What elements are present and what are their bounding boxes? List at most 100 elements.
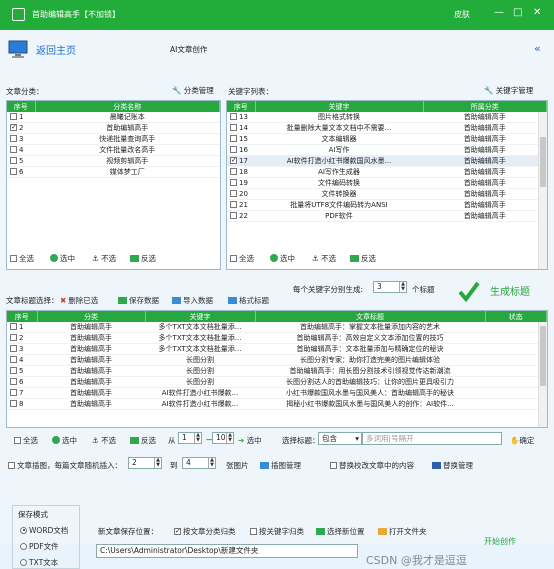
delete-selected-button[interactable]: ✖ 删除已选 (60, 295, 98, 306)
collapse-icon[interactable]: « (534, 42, 541, 55)
insert-max-input[interactable]: 4 ▲ ▼ (182, 457, 216, 469)
row-checkbox[interactable] (230, 134, 237, 142)
table-row[interactable]: 14 批量删除大量文本文档中不需要... 首助编辑高手 (227, 122, 547, 134)
titles-scrollbar[interactable] (538, 322, 547, 427)
table-row[interactable]: 1 首助编辑高手 多个TXT文本文档批量添... 首助编辑高手：掌握文本批量添加内容的… (7, 322, 547, 333)
close-button[interactable]: ✕ (533, 7, 541, 19)
title-select-all[interactable]: 全选 (14, 435, 38, 446)
group-by-keyword[interactable]: 按关键字归类 (250, 526, 304, 537)
table-row[interactable]: 8 首助编辑高手 AI软件打造小红书爆款... 揭秘小红书爆款国风水墨与国风美人的创作… (7, 398, 547, 410)
table-row[interactable]: 5 视频剪辑高手 (7, 155, 220, 167)
save-mode-pdf[interactable]: PDF文件 (20, 541, 59, 552)
start-create-button[interactable]: 开始创作 (484, 536, 516, 547)
skin-button[interactable]: 皮肤 (454, 9, 470, 20)
table-row[interactable]: 3 首助编辑高手 多个TXT文本文档批量添... 首助编辑高手：文本批量添加与精确定位… (7, 343, 547, 355)
row-checkbox[interactable] (10, 366, 17, 374)
row-checkbox[interactable] (10, 377, 17, 385)
row-checkbox[interactable] (10, 145, 17, 153)
group-by-category[interactable]: 按文章分类归类 (174, 526, 236, 537)
title-select-checked[interactable]: 选中 (52, 435, 77, 446)
table-row[interactable]: 3 快递批量查询高手 (7, 133, 220, 145)
table-row[interactable]: 2 首助编辑高手 (7, 122, 220, 134)
save-data-button[interactable]: 保存数据 (118, 295, 159, 306)
table-row[interactable]: 4 首助编辑高手 长图分割 长图分割专家：助你打造完美的图片编辑体验 (7, 354, 547, 366)
row-checkbox[interactable] (10, 399, 17, 407)
row-checkbox[interactable] (10, 134, 17, 142)
table-row[interactable]: 22 PDF软件 首助编辑高手 (227, 210, 547, 222)
keyword-scrollbar[interactable] (538, 112, 547, 269)
table-row[interactable]: 21 批量将UTF8文件编码转为ANSI 首助编辑高手 (227, 199, 547, 211)
save-mode-word[interactable]: WORD文档 (20, 525, 68, 536)
per-keyword-count[interactable]: 3 ▲ ▼ (373, 281, 407, 293)
kw-select-none[interactable]: ⚓ 不选 (312, 253, 336, 264)
replace-manage-button[interactable]: 替换管理 (432, 460, 473, 471)
row-checkbox[interactable] (230, 189, 237, 197)
insert-images-toggle[interactable]: 文章插图，每篇文章随机插入： (8, 460, 122, 471)
row-checkbox[interactable] (230, 145, 237, 153)
cell-text: AI软件打造小红书爆款... (161, 400, 239, 408)
back-home-link[interactable]: 返回主页 (36, 42, 76, 57)
maximize-button[interactable]: □ (513, 7, 522, 19)
row-checkbox[interactable] (10, 167, 17, 175)
table-row[interactable]: 6 首助编辑高手 长图分割 长图分割达人的首助编辑技巧：让你的图片更具吸引力 (7, 376, 547, 388)
format-titles-button[interactable]: 格式标题 (228, 295, 269, 306)
row-checkbox[interactable] (230, 178, 237, 186)
replace-content-toggle[interactable]: 替换校改文章中的内容 (330, 460, 414, 471)
table-row[interactable]: 5 首助编辑高手 长图分割 首助编辑高手：用长图分割技术引领视觉传达新潮流 (7, 365, 547, 377)
category-manage-button[interactable]: 🔧 分类管理 (172, 85, 214, 96)
table-row[interactable]: 18 AI写作生成器 首助编辑高手 (227, 166, 547, 178)
confirm-button[interactable]: ✋确定 (510, 435, 534, 446)
row-checkbox[interactable] (10, 322, 17, 330)
table-row[interactable]: 17 AI软件打造小红书爆款国风水墨... 首助编辑高手 (227, 155, 547, 167)
table-row[interactable]: 7 首助编辑高手 AI软件打造小红书爆款... 小红书爆款国风水墨与国风美人：首助编辑… (7, 387, 547, 399)
save-path-input[interactable]: C:\Users\Administrator\Desktop\新建文件夹 (96, 544, 358, 558)
minimize-button[interactable]: — (494, 7, 504, 19)
row-checkbox[interactable] (10, 123, 17, 131)
generate-titles-button[interactable]: 生成标题 (490, 283, 530, 298)
table-row[interactable]: 1 晨曦记账本 (7, 112, 220, 123)
open-folder-button[interactable]: 打开文件夹 (378, 526, 427, 537)
row-checkbox[interactable] (10, 388, 17, 396)
table-row[interactable]: 6 媒体梦工厂 (7, 166, 220, 178)
table-row[interactable]: 13 图片格式转换 首助编辑高手 (227, 112, 547, 123)
keyword-manage-button[interactable]: 🔧 关键字管理 (484, 85, 533, 96)
title-select-invert[interactable]: 反选 (130, 435, 156, 446)
row-checkbox[interactable] (10, 333, 17, 341)
table-row[interactable]: 20 文件转换器 首助编辑高手 (227, 188, 547, 200)
table-row[interactable]: 16 AI写作 首助编辑高手 (227, 144, 547, 156)
kw-select-checked[interactable]: 选中 (270, 253, 295, 264)
row-checkbox[interactable] (230, 156, 237, 164)
row-checkbox[interactable] (10, 355, 17, 363)
range-from-input[interactable]: 1 ▲ ▼ (178, 432, 202, 444)
image-manage-button[interactable]: 插图管理 (260, 460, 301, 471)
row-checkbox[interactable] (230, 211, 237, 219)
kw-select-all[interactable]: 全选 (230, 253, 254, 264)
insert-min-input[interactable]: 2 ▲ ▼ (128, 457, 162, 469)
pick-title-input[interactable]: 多词用|号隔开 (362, 432, 502, 445)
row-checkbox[interactable] (10, 344, 17, 352)
row-checkbox[interactable] (230, 112, 237, 120)
row-checkbox[interactable] (230, 167, 237, 175)
range-to-input[interactable]: 10 ▲ ▼ (212, 432, 234, 444)
import-data-button[interactable]: 导入数据 (172, 295, 213, 306)
row-checkbox[interactable] (230, 200, 237, 208)
cell-text: 首助编辑高手 (463, 146, 506, 154)
cat-select-none[interactable]: ⚓ 不选 (92, 253, 116, 264)
kw-select-invert[interactable]: 反选 (350, 253, 376, 264)
book-icon (432, 461, 441, 469)
table-row[interactable]: 19 文件编码转换 首助编辑高手 (227, 177, 547, 189)
title-select-none[interactable]: ⚓ 不选 (92, 435, 116, 446)
row-checkbox[interactable] (10, 112, 17, 120)
range-select-button[interactable]: ➜ 选中 (238, 435, 262, 446)
cat-select-all[interactable]: 全选 (10, 253, 34, 264)
choose-location-button[interactable]: 选择新位置 (316, 526, 365, 537)
save-mode-txt[interactable]: TXT文本 (20, 557, 58, 568)
cat-select-invert[interactable]: 反选 (130, 253, 156, 264)
row-checkbox[interactable] (230, 123, 237, 131)
pick-title-select[interactable]: 包含 ▾ (318, 432, 362, 445)
table-row[interactable]: 2 首助编辑高手 多个TXT文本文档批量添... 首助编辑高手：高效自定义文本添加位置… (7, 332, 547, 344)
cat-select-checked[interactable]: 选中 (50, 253, 75, 264)
row-checkbox[interactable] (10, 156, 17, 164)
table-row[interactable]: 4 文件批量改名高手 (7, 144, 220, 156)
table-row[interactable]: 15 文本编辑器 首助编辑高手 (227, 133, 547, 145)
